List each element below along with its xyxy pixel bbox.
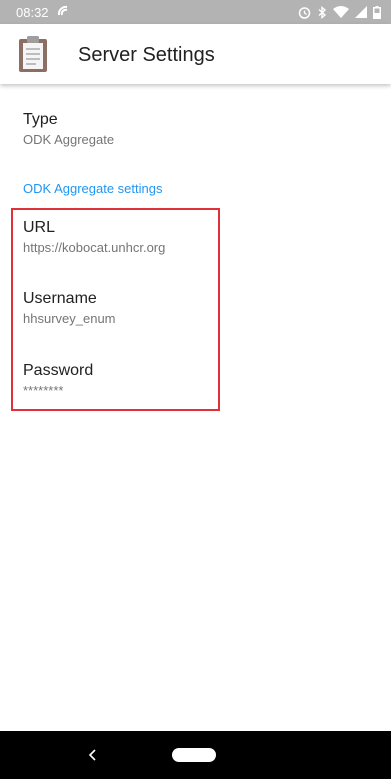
category-odk-aggregate-settings: ODK Aggregate settings (23, 181, 163, 196)
app-bar: Server Settings (0, 24, 391, 84)
sync-icon (57, 5, 71, 19)
clipboard-icon (18, 35, 48, 78)
battery-icon (373, 5, 381, 19)
alarm-icon (298, 6, 311, 19)
status-left: 08:32 (16, 5, 71, 20)
pref-type-title: Type (23, 111, 58, 128)
pref-password-summary: ******** (23, 383, 64, 398)
status-time: 08:32 (16, 4, 49, 20)
pref-password[interactable]: Password ******** (23, 361, 93, 400)
status-bar: 08:32 (0, 0, 391, 24)
pref-url-summary: https://kobocat.unhcr.org (23, 240, 166, 255)
status-right (298, 5, 381, 19)
pref-url-title: URL (23, 219, 56, 236)
bluetooth-icon (317, 5, 327, 19)
pref-username-summary: hhsurvey_enum (23, 311, 116, 326)
pref-password-title: Password (23, 362, 94, 379)
pref-url[interactable]: URL https://kobocat.unhcr.org (23, 218, 165, 257)
pref-username-title: Username (23, 290, 97, 307)
pref-username[interactable]: Username hhsurvey_enum (23, 289, 116, 328)
back-icon[interactable] (86, 745, 98, 770)
page-title: Server Settings (78, 44, 215, 66)
wifi-icon (333, 6, 349, 18)
pref-type[interactable]: Type ODK Aggregate (23, 110, 114, 149)
navigation-bar (0, 731, 391, 779)
signal-icon (355, 6, 367, 18)
home-icon[interactable] (172, 748, 216, 762)
pref-type-summary: ODK Aggregate (23, 132, 115, 147)
